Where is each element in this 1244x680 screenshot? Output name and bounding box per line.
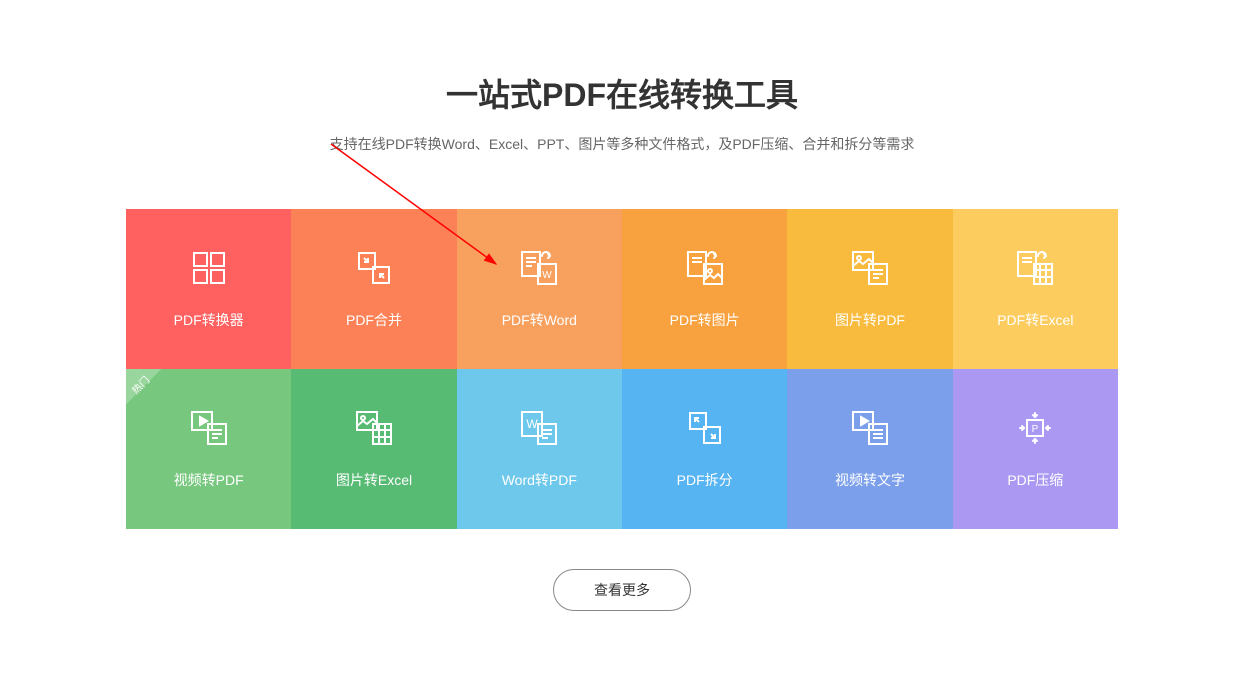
tile-image-to-pdf[interactable]: 图片转PDF (787, 209, 952, 369)
tile-pdf-to-word[interactable]: W PDF转Word (457, 209, 622, 369)
grid-icon (189, 248, 229, 288)
tile-label: PDF合并 (346, 310, 402, 330)
hot-badge: 热门 (126, 369, 176, 419)
tile-video-to-pdf[interactable]: 热门 视频转PDF (126, 369, 291, 529)
tool-grid: PDF转换器 PDF合并 W PDF转Word (126, 209, 1118, 529)
page-subtitle: 支持在线PDF转换Word、Excel、PPT、图片等多种文件格式，及PDF压缩… (0, 134, 1244, 154)
svg-text:P: P (1032, 424, 1039, 435)
merge-icon (354, 248, 394, 288)
view-more-button[interactable]: 查看更多 (553, 569, 691, 611)
tile-pdf-merge[interactable]: PDF合并 (291, 209, 456, 369)
tile-label: 图片转Excel (336, 470, 412, 490)
tile-label: Word转PDF (502, 470, 577, 490)
tile-pdf-to-excel[interactable]: PDF转Excel (953, 209, 1118, 369)
svg-text:W: W (527, 417, 539, 431)
tile-label: 图片转PDF (835, 310, 905, 330)
video-doc-icon (189, 408, 229, 448)
doc-excel-icon (1015, 248, 1055, 288)
word-doc-icon: W (519, 408, 559, 448)
image-doc-icon (850, 248, 890, 288)
tile-label: PDF压缩 (1007, 470, 1063, 490)
video-text-icon (850, 408, 890, 448)
tile-label: PDF转Excel (997, 310, 1073, 330)
tile-label: PDF转图片 (670, 310, 740, 330)
tile-video-to-text[interactable]: 视频转文字 (787, 369, 952, 529)
tile-label: 视频转PDF (174, 470, 244, 490)
split-icon (685, 408, 725, 448)
doc-image-icon (685, 248, 725, 288)
tile-label: PDF转Word (502, 310, 577, 330)
tile-pdf-to-image[interactable]: PDF转图片 (622, 209, 787, 369)
tile-pdf-converter[interactable]: PDF转换器 (126, 209, 291, 369)
tile-word-to-pdf[interactable]: W Word转PDF (457, 369, 622, 529)
svg-text:W: W (543, 270, 553, 281)
tile-label: PDF拆分 (677, 470, 733, 490)
doc-word-icon: W (519, 248, 559, 288)
image-excel-icon (354, 408, 394, 448)
page-title: 一站式PDF在线转换工具 (0, 70, 1244, 116)
tile-label: PDF转换器 (174, 310, 244, 330)
tile-label: 视频转文字 (835, 470, 905, 490)
tile-pdf-compress[interactable]: P PDF压缩 (953, 369, 1118, 529)
tile-pdf-split[interactable]: PDF拆分 (622, 369, 787, 529)
tile-image-to-excel[interactable]: 图片转Excel (291, 369, 456, 529)
compress-icon: P (1015, 408, 1055, 448)
